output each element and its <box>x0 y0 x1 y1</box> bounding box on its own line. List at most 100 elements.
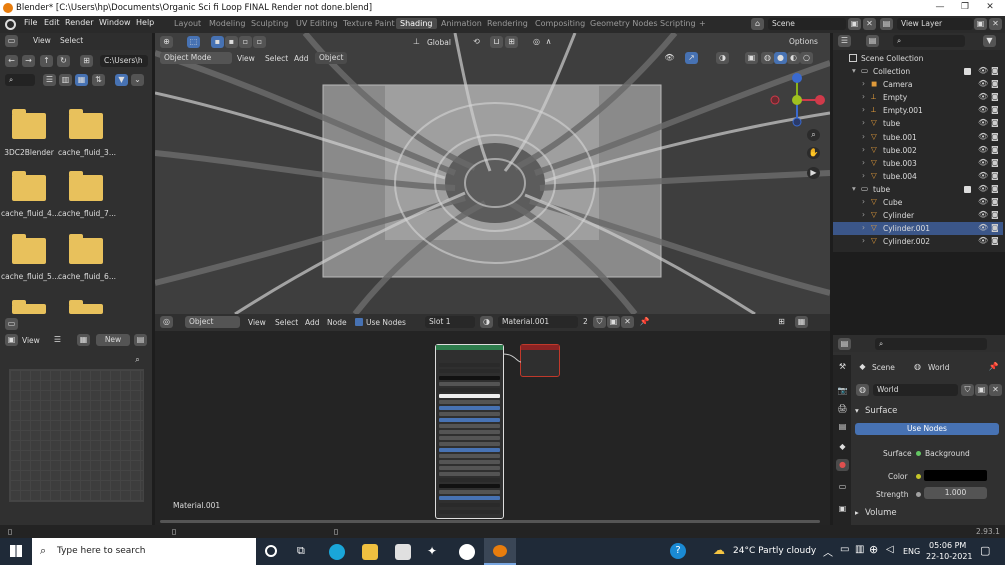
minimize-button[interactable]: — <box>928 2 952 12</box>
file-explorer-icon[interactable] <box>362 544 378 560</box>
outliner-row[interactable]: › ▽ tube.001 👁 ◙ <box>833 131 1003 144</box>
battery-icon[interactable]: ▭ <box>840 544 849 555</box>
cortana-icon[interactable] <box>265 545 277 557</box>
rendered-shading-icon[interactable]: ○ <box>800 52 813 64</box>
outliner-row[interactable]: › ▽ tube.002 👁 ◙ <box>833 144 1003 157</box>
expand-down-icon[interactable]: ▾ <box>852 184 856 193</box>
node-editor-type-icon[interactable]: ◎ <box>160 316 173 328</box>
menu-help[interactable]: Help <box>136 18 154 27</box>
file-menu-select[interactable]: Select <box>60 36 83 45</box>
object-mode-dropdown[interactable]: Object Mode <box>160 52 232 64</box>
navigation-gizmo[interactable] <box>767 70 827 130</box>
expand-right-icon[interactable]: › <box>862 105 865 114</box>
horizontal-scrollbar[interactable] <box>160 520 820 523</box>
snap-target-icon[interactable]: ⊞ <box>505 36 518 48</box>
snap-icon[interactable]: ⊔ <box>490 36 503 48</box>
render-visibility-icon[interactable]: ◙ <box>991 184 999 193</box>
outliner-row[interactable]: › ▽ Cylinder.001 👁 ◙ <box>833 222 1003 236</box>
open-image-icon[interactable]: ▤ <box>134 334 147 346</box>
render-visibility-icon[interactable]: ◙ <box>991 92 999 101</box>
delete-view-layer-button[interactable]: ✕ <box>989 18 1002 30</box>
list-view-icon[interactable]: ☰ <box>43 74 56 86</box>
select-tool-icon[interactable]: ⬚ <box>187 36 200 48</box>
expand-right-icon[interactable]: › <box>862 236 865 245</box>
help-icon[interactable]: ? <box>670 543 686 559</box>
select-mode-invert-icon[interactable]: ▫ <box>253 36 266 48</box>
outliner-row[interactable]: › ▽ tube.004 👁 ◙ <box>833 170 1003 183</box>
viewport-menu-select[interactable]: Select <box>265 54 288 63</box>
image-editor-type-icon[interactable]: ▭ <box>5 318 18 330</box>
viewport-menu-object[interactable]: Object <box>315 52 348 64</box>
mail-icon[interactable] <box>395 544 411 560</box>
visibility-eye-icon[interactable]: 👁 <box>978 158 988 167</box>
render-visibility-icon[interactable]: ◙ <box>991 118 999 127</box>
image-menu-view[interactable]: View <box>22 336 40 345</box>
visibility-eye-icon[interactable]: 👁 <box>978 92 988 101</box>
expand-right-icon[interactable]: › <box>862 158 865 167</box>
zoom-icon[interactable]: ⌕ <box>807 129 820 141</box>
visibility-eye-icon[interactable]: 👁 <box>978 171 988 180</box>
object-tab-icon[interactable]: ▣ <box>836 503 849 515</box>
github-icon[interactable] <box>459 544 475 560</box>
volume-icon[interactable]: ◁ <box>886 544 894 555</box>
new-view-layer-button[interactable]: ▣ <box>974 18 987 30</box>
output-tab-icon[interactable]: 🖨 <box>836 403 849 415</box>
surface-shader-dropdown[interactable]: Background <box>925 449 970 458</box>
folder-item[interactable]: cache_fluid_3... <box>57 103 117 158</box>
image-browse-icon[interactable]: ▦ <box>77 334 90 346</box>
clock-time[interactable]: 05:06 PM <box>929 541 966 550</box>
render-visibility-icon[interactable]: ◙ <box>991 105 999 114</box>
material-name-field[interactable]: Material.001 <box>498 316 578 328</box>
expand-right-icon[interactable]: › <box>862 171 865 180</box>
overlay-node-icon[interactable]: ▦ <box>795 316 808 328</box>
expand-right-icon[interactable]: › <box>862 210 865 219</box>
tab-modeling[interactable]: Modeling <box>209 19 245 28</box>
language-indicator[interactable]: ENG <box>903 547 920 556</box>
unlink-material-icon[interactable]: ✕ <box>621 316 634 328</box>
editor-type-icon[interactable]: ▭ <box>5 35 18 47</box>
render-visibility-icon[interactable]: ◙ <box>991 79 999 88</box>
select-mode-extend-icon[interactable]: ▪ <box>225 36 238 48</box>
scene-tab-icon[interactable]: ◆ <box>836 441 849 453</box>
render-visibility-icon[interactable]: ◙ <box>991 236 999 245</box>
tab-shading[interactable]: Shading <box>396 18 437 29</box>
render-visibility-icon[interactable]: ◙ <box>991 223 999 232</box>
folder-item[interactable]: cache_fluid_4... <box>0 167 60 222</box>
tab-compositing[interactable]: Compositing <box>535 19 585 28</box>
file-search-input[interactable]: ⌕ <box>5 74 35 86</box>
world-unlink-icon[interactable]: ✕ <box>989 384 1002 396</box>
pivot-icon[interactable]: ⟲ <box>470 36 483 48</box>
image-canvas[interactable] <box>9 369 144 502</box>
tool-tab-icon[interactable]: ⚒ <box>836 361 849 373</box>
material-browse-icon[interactable]: ◑ <box>480 316 493 328</box>
select-mode-new-icon[interactable]: ▪ <box>211 36 224 48</box>
scene-field[interactable]: Scene <box>768 18 846 30</box>
shader-type-dropdown[interactable]: Object <box>185 316 240 328</box>
wireframe-shading-icon[interactable]: ◍ <box>761 52 774 64</box>
tab-layout[interactable]: Layout <box>174 19 201 28</box>
outliner-search-input[interactable]: ⌕ <box>893 35 965 47</box>
blender-taskbar-icon[interactable] <box>484 538 516 565</box>
pin-properties-icon[interactable]: 📌 <box>987 361 1000 373</box>
use-nodes-checkbox[interactable] <box>355 318 363 326</box>
filter-icon[interactable]: ▼ <box>115 74 128 86</box>
render-visibility-icon[interactable]: ◙ <box>991 171 999 180</box>
material-users-count[interactable]: 2 <box>579 316 591 328</box>
gizmo-toggle-icon[interactable]: ↗ <box>685 52 698 64</box>
tab-geometry-nodes[interactable]: Geometry Nodes <box>590 19 657 28</box>
menu-file[interactable]: File <box>24 18 37 27</box>
shader-editor[interactable]: ◎ Object View Select Add Node Use Nodes … <box>155 314 830 525</box>
folder-icon[interactable] <box>12 300 46 314</box>
world-duplicate-icon[interactable]: ▣ <box>975 384 988 396</box>
world-name-field[interactable]: World <box>873 384 958 396</box>
menu-window[interactable]: Window <box>99 18 131 27</box>
new-scene-button[interactable]: ▣ <box>848 18 861 30</box>
image-zoom-icon[interactable]: ⌕ <box>131 354 144 366</box>
outliner-row[interactable]: › ▽ Cube 👁 ◙ <box>833 196 1003 209</box>
folder-icon[interactable] <box>69 300 103 314</box>
tab-texture-paint[interactable]: Texture Paint <box>343 19 395 28</box>
tab-scripting[interactable]: Scripting <box>660 19 696 28</box>
visibility-eye-icon[interactable]: 👁 <box>978 79 988 88</box>
render-visibility-icon[interactable]: ◙ <box>991 145 999 154</box>
world-browse-icon[interactable]: ◍ <box>856 384 869 396</box>
